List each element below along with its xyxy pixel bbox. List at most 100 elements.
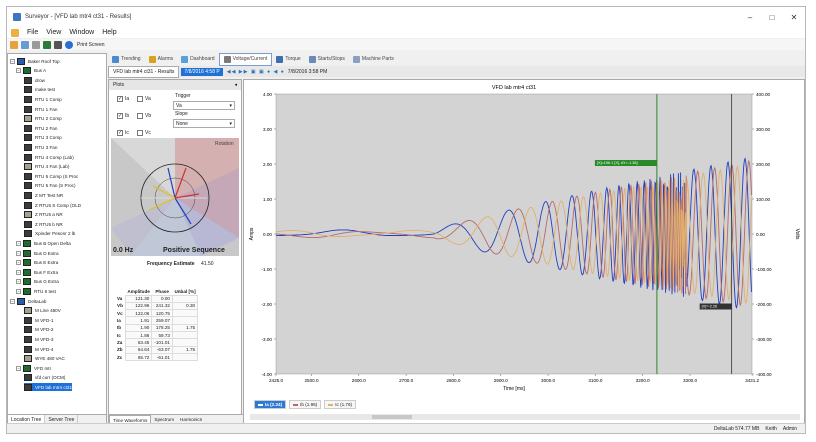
close-button[interactable]: ✕ bbox=[783, 7, 805, 27]
app-menu-icon[interactable] bbox=[11, 28, 19, 37]
tree-item[interactable]: vfd curr (OCM) bbox=[24, 374, 65, 382]
tree-item[interactable]: M VFD-2 bbox=[24, 326, 53, 334]
expand-toggle-icon[interactable]: − bbox=[16, 68, 21, 74]
print-screen-button[interactable]: Print Screen bbox=[77, 42, 105, 48]
expand-toggle-icon[interactable]: − bbox=[16, 260, 21, 266]
chart-scrollbar[interactable] bbox=[250, 414, 800, 420]
menu-help[interactable]: Help bbox=[102, 29, 116, 36]
tree-item[interactable]: RTU 4 Fan (Lab) bbox=[24, 163, 69, 171]
tree-item[interactable]: RTU 1 Fan bbox=[24, 105, 57, 113]
expand-toggle-icon[interactable]: − bbox=[16, 269, 21, 275]
menu-file[interactable]: File bbox=[27, 29, 38, 36]
menu-window[interactable]: Window bbox=[69, 29, 94, 36]
checkbox-box[interactable]: ✓ bbox=[117, 96, 123, 102]
tree-item[interactable]: − Bus F Extra bbox=[16, 268, 58, 276]
maximize-button[interactable]: □ bbox=[761, 7, 783, 27]
legend-item-ib[interactable]: Ib (1.96) bbox=[289, 400, 322, 409]
trigger-select[interactable]: Va ▾ bbox=[173, 101, 235, 110]
tree-item[interactable]: RTU 5 Comp (S Proc bbox=[24, 172, 78, 180]
tree-item[interactable]: make test bbox=[24, 86, 55, 94]
tab-alarms[interactable]: Alarms bbox=[145, 54, 178, 65]
tree-item[interactable]: RTU 2 Fan bbox=[24, 124, 57, 132]
tree-item[interactable]: Z MT Test NR bbox=[24, 191, 63, 199]
checkbox-vc[interactable]: Vc bbox=[137, 130, 151, 136]
tree-item[interactable]: − Bus G Extra bbox=[16, 278, 59, 286]
y-tick-label: 2.00 bbox=[263, 162, 272, 167]
checkbox-ic[interactable]: ✓ Ic bbox=[117, 130, 129, 136]
tree-item[interactable]: − Bus D Extra bbox=[16, 249, 59, 257]
tab-dashboard[interactable]: Dashboard bbox=[177, 54, 218, 65]
slope-select[interactable]: None ▾ bbox=[173, 119, 235, 128]
date-selector[interactable]: 7/8/2016 4:58 P bbox=[181, 67, 223, 76]
tree-item[interactable]: − DeltaLab bbox=[10, 297, 46, 305]
expand-toggle-icon[interactable]: − bbox=[10, 298, 15, 304]
menu-view[interactable]: View bbox=[46, 29, 61, 36]
status-role: Admin bbox=[782, 425, 797, 432]
tree-item[interactable]: − Bus E Extra bbox=[16, 259, 58, 267]
open-folder-icon[interactable] bbox=[10, 40, 18, 49]
checkbox-ib[interactable]: ✓ Ib bbox=[117, 113, 129, 119]
scrollbar-thumb[interactable] bbox=[372, 415, 412, 419]
tree-item[interactable]: − Bus A bbox=[16, 67, 46, 75]
tree-item[interactable]: RTU 2 Comp bbox=[24, 115, 62, 123]
print-screen-icon[interactable] bbox=[65, 40, 73, 49]
meter-icon bbox=[24, 124, 32, 132]
x-tick-label: 3300.0 bbox=[683, 378, 697, 383]
tree-item[interactable]: VFD lab mtr4 ct31 bbox=[24, 383, 73, 392]
tab-voltage-current[interactable]: Voltage/Current bbox=[218, 52, 273, 66]
tree-item[interactable]: Z RTU5 S Comp (OLD bbox=[24, 201, 81, 209]
tab-trending[interactable]: Trending bbox=[108, 54, 145, 65]
screen: Surveyor - [VFD lab mtr4 ct31 - Results]… bbox=[0, 0, 816, 442]
checkbox-box[interactable] bbox=[137, 96, 143, 102]
checkbox-box[interactable] bbox=[137, 130, 143, 136]
refresh-icon[interactable] bbox=[21, 40, 29, 49]
tree-item[interactable]: RTU 5 Fan (S Proc) bbox=[24, 182, 76, 190]
meter-icon bbox=[24, 355, 32, 363]
tree-item[interactable]: RTU 3 Fan bbox=[24, 143, 57, 151]
tab-starts-stops[interactable]: Starts/Stops bbox=[305, 54, 349, 65]
tree-item[interactable]: WYE 480 VAC bbox=[24, 355, 65, 363]
checkbox-vb[interactable]: Vb bbox=[137, 113, 151, 119]
expand-toggle-icon[interactable]: − bbox=[16, 250, 21, 256]
monitor-icon[interactable] bbox=[54, 40, 62, 49]
checkbox-box[interactable]: ✓ bbox=[117, 113, 123, 119]
table-cell: 259.07 bbox=[151, 316, 173, 325]
expand-toggle-icon[interactable]: − bbox=[16, 279, 21, 285]
tree-item[interactable]: Z RTU5 b NR bbox=[24, 220, 63, 228]
tree-item[interactable]: drow bbox=[24, 76, 45, 84]
expand-toggle-icon[interactable]: − bbox=[10, 58, 15, 64]
tree-item[interactable]: M Line 480V bbox=[24, 307, 61, 315]
expand-toggle-icon[interactable]: − bbox=[16, 240, 21, 246]
meter-icon bbox=[24, 374, 32, 382]
tree-item[interactable]: RTU 1 Comp bbox=[24, 95, 62, 103]
checkbox-va[interactable]: Va bbox=[137, 96, 151, 102]
document-tab[interactable]: VFD lab mtr4 ct31 - Results bbox=[108, 65, 180, 78]
checkbox-box[interactable]: ✓ bbox=[117, 130, 123, 136]
tree-item[interactable]: Z RTU5 a NR bbox=[24, 211, 63, 219]
expand-toggle-icon[interactable]: − bbox=[16, 365, 21, 371]
tab-machine-parts[interactable]: Machine Parts bbox=[349, 54, 398, 65]
tree-item[interactable]: M VFD-3 bbox=[24, 335, 53, 343]
meter-icon[interactable] bbox=[43, 40, 51, 49]
tools-icon[interactable] bbox=[32, 40, 40, 49]
table-cell: 241.32 bbox=[151, 301, 173, 311]
tree-item[interactable]: − Baker Roof Top bbox=[10, 57, 60, 65]
collapse-icon[interactable]: ◂ bbox=[234, 82, 237, 88]
expand-toggle-icon[interactable]: − bbox=[16, 288, 21, 294]
frequency-estimate-value: 41.50 bbox=[201, 261, 214, 267]
tree-item[interactable]: Xpinder Pesonr 2 lb bbox=[24, 230, 75, 238]
tree-item[interactable]: − RTU 6 test bbox=[16, 287, 56, 295]
tree-item[interactable]: − VFD mtr bbox=[16, 364, 51, 372]
legend-item-ic[interactable]: Ic (1.76) bbox=[324, 400, 357, 409]
tree-item[interactable]: RTU 3 Comp bbox=[24, 134, 62, 142]
checkbox-ia[interactable]: ✓ Ia bbox=[117, 96, 129, 102]
tree-item[interactable]: M VFD-4 bbox=[24, 345, 53, 353]
tree-item[interactable]: − Bus B Open Delta bbox=[16, 239, 71, 247]
tree-item[interactable]: RTU 4 Comp (Lab) bbox=[24, 153, 74, 161]
tree-item[interactable]: M VFD-1 bbox=[24, 316, 53, 324]
tab-torque[interactable]: Torque bbox=[272, 54, 304, 65]
checkbox-box[interactable] bbox=[137, 113, 143, 119]
navigation-arrows-icon[interactable]: ◀◀ ▶▶ ▣ ▣ ● ◀ ● bbox=[227, 69, 285, 75]
legend-item-ia[interactable]: Ia (2.24) bbox=[254, 400, 287, 409]
minimize-button[interactable]: – bbox=[739, 7, 761, 27]
